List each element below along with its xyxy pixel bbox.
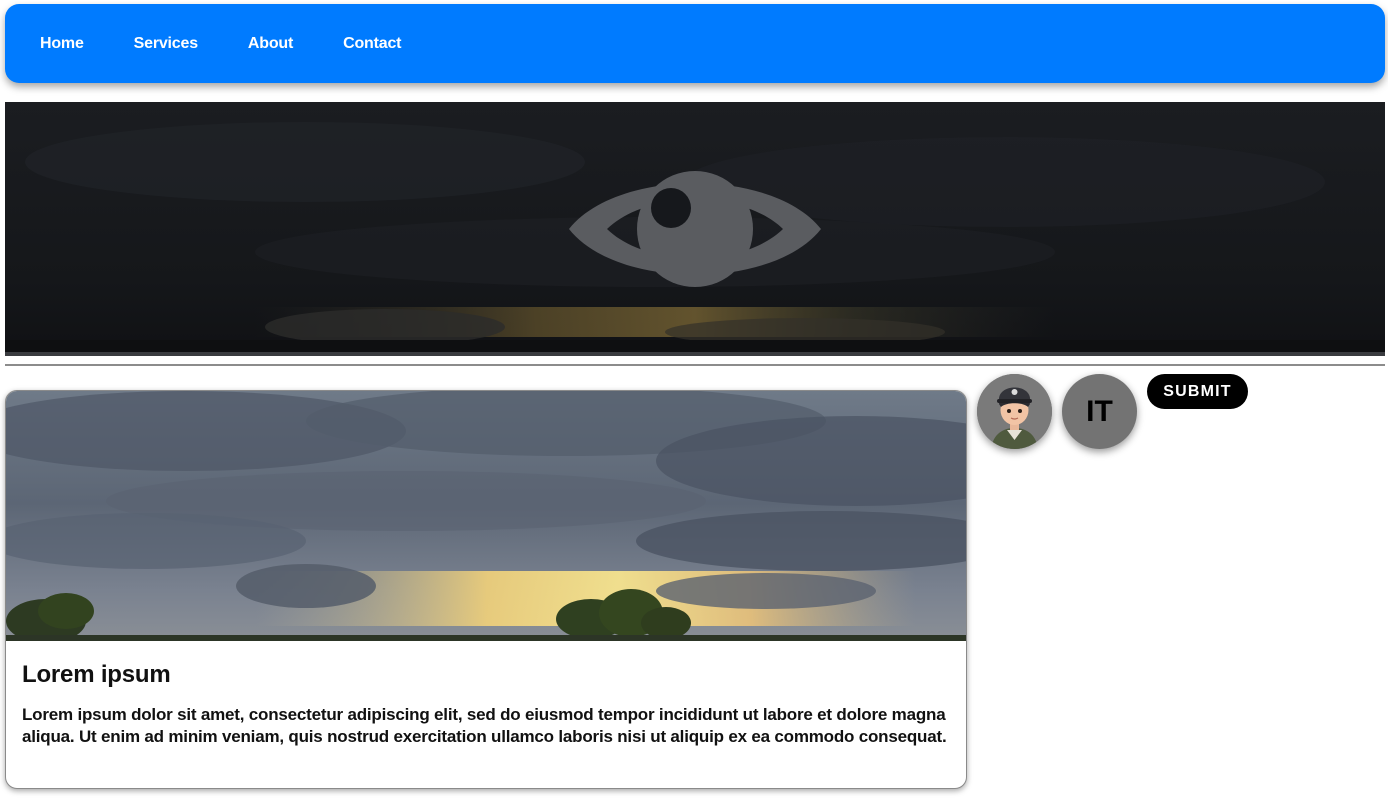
content-card: Lorem ipsum Lorem ipsum dolor sit amet, … xyxy=(5,390,967,789)
eye-icon xyxy=(569,171,821,287)
nav-link-home[interactable]: Home xyxy=(40,35,84,53)
avatar-initials: IT xyxy=(1062,374,1137,449)
nav-link-about[interactable]: About xyxy=(248,35,293,53)
nav-link-contact[interactable]: Contact xyxy=(343,35,401,53)
nav-link-services[interactable]: Services xyxy=(134,35,198,53)
section-divider xyxy=(5,364,1385,366)
avatar-boy-image xyxy=(977,374,1052,449)
card-body: Lorem ipsum Lorem ipsum dolor sit amet, … xyxy=(6,641,966,748)
avatar-photo xyxy=(977,374,1052,449)
top-navbar: Home Services About Contact xyxy=(5,4,1385,83)
submit-button[interactable]: SUBMIT xyxy=(1147,374,1248,409)
page: Home Services About Contact Lorem ipsum … xyxy=(0,0,1388,808)
hero-bottom-border xyxy=(5,352,1385,356)
hero-banner xyxy=(5,102,1385,356)
card-image xyxy=(6,391,966,641)
card-text: Lorem ipsum dolor sit amet, consectetur … xyxy=(22,705,947,746)
card-title: Lorem ipsum xyxy=(22,661,171,688)
